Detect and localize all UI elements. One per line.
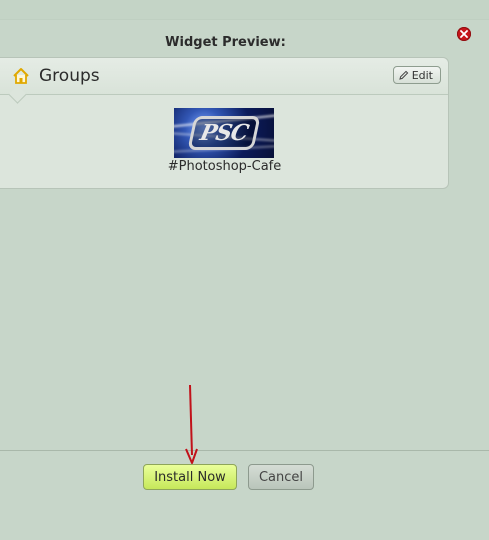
group-name-link[interactable]: #Photoshop-Cafe	[0, 159, 449, 174]
psc-logo: PSC	[187, 116, 261, 150]
pencil-icon	[398, 70, 408, 80]
cancel-button[interactable]: Cancel	[248, 464, 314, 490]
annotation-arrow	[185, 385, 198, 464]
group-thumbnail[interactable]: PSC	[174, 108, 274, 158]
widget-header: Groups Edit	[0, 58, 448, 104]
close-button[interactable]	[457, 27, 471, 41]
home-icon	[11, 66, 31, 86]
header-notch	[8, 85, 27, 104]
dialog-title: Widget Preview:	[165, 35, 286, 50]
widget-preview: Groups Edit PSC #Photoshop-Cafe	[0, 57, 449, 189]
edit-button[interactable]: Edit	[392, 66, 441, 84]
edit-label: Edit	[411, 68, 433, 82]
top-border	[0, 0, 489, 20]
widget-title: Groups	[39, 66, 100, 86]
install-now-button[interactable]: Install Now	[143, 464, 237, 490]
close-icon	[460, 30, 468, 38]
footer-divider	[0, 450, 489, 451]
